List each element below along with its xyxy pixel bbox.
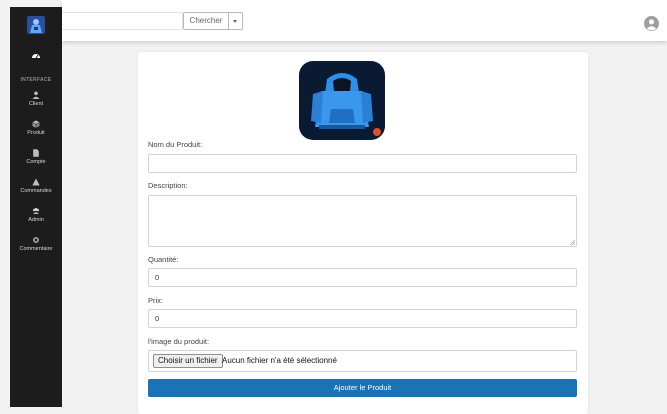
- search-input[interactable]: [62, 12, 183, 30]
- add-product-button[interactable]: Ajouter le Produit: [148, 379, 577, 397]
- sidebar-item-produit[interactable]: Produit: [10, 120, 62, 144]
- price-label: Prix:: [148, 296, 163, 305]
- add-product-card: Nom du Produit: Description: Quantité: 0…: [138, 52, 588, 414]
- choose-file-button[interactable]: Choisir un fichier: [153, 354, 223, 368]
- description-label: Description:: [148, 181, 188, 190]
- resize-handle-icon[interactable]: [570, 240, 575, 245]
- sidebar-item-label: Commandes: [20, 188, 52, 194]
- sidebar-item-client[interactable]: Client: [10, 91, 62, 115]
- product-name-input[interactable]: [148, 154, 577, 173]
- quantity-label: Quantité:: [148, 255, 179, 264]
- file-icon: [33, 149, 39, 157]
- sidebar-item-commandes[interactable]: Commandes: [10, 178, 62, 202]
- description-textarea[interactable]: [148, 195, 577, 247]
- box-icon: [32, 120, 40, 128]
- quantity-input[interactable]: 0: [148, 268, 577, 287]
- product-image: [299, 61, 385, 140]
- sidebar: INTERFACE Client Produit Compte Commande…: [10, 7, 62, 407]
- price-input[interactable]: 0: [148, 309, 577, 328]
- image-label: l'image du produit:: [148, 337, 210, 346]
- sidebar-item-admin[interactable]: Admin: [10, 207, 62, 231]
- app-frame: INTERFACE Client Produit Compte Commande…: [0, 0, 667, 414]
- search-dropdown-toggle[interactable]: [229, 12, 243, 30]
- sidebar-item-compte[interactable]: Compte: [10, 149, 62, 173]
- user-icon: [32, 91, 40, 99]
- warning-icon: [32, 178, 40, 186]
- user-avatar-icon[interactable]: [644, 16, 659, 31]
- brand-logo-icon[interactable]: [27, 16, 45, 34]
- sidebar-item-label: Admin: [28, 217, 44, 223]
- sidebar-item-label: Client: [28, 101, 44, 107]
- name-label: Nom du Produit:: [148, 140, 203, 149]
- dashboard-icon[interactable]: [31, 51, 41, 61]
- product-image-file-input[interactable]: Choisir un fichier Aucun fichier n'a été…: [148, 350, 577, 372]
- sidebar-item-label: Produit: [27, 130, 45, 136]
- file-status-text: Aucun fichier n'a été sélectionné: [222, 356, 337, 365]
- topbar: Chercher: [62, 0, 667, 41]
- search-button[interactable]: Chercher: [183, 12, 229, 30]
- sidebar-section-label: INTERFACE: [20, 77, 52, 83]
- sidebar-item-label: Compte: [26, 159, 46, 165]
- users-icon: [32, 208, 40, 214]
- sidebar-item-commentaire[interactable]: Commentaire: [10, 236, 62, 260]
- sidebar-item-label: Commentaire: [19, 246, 53, 252]
- gear-icon: [33, 237, 39, 243]
